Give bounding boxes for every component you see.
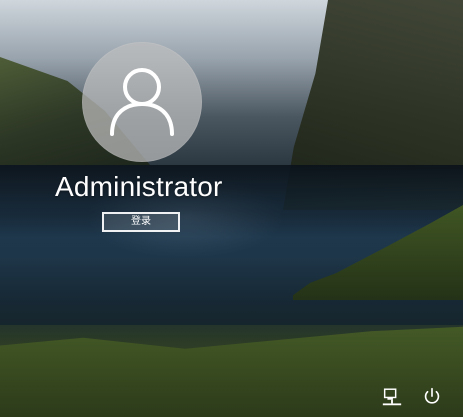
network-icon [382,388,402,406]
signin-button[interactable]: 登录 [102,212,180,232]
network-button[interactable] [381,386,403,408]
power-icon [424,387,440,404]
system-icons [381,386,443,408]
power-button[interactable] [421,386,443,408]
user-avatar [82,42,202,162]
user-avatar-icon [110,68,174,136]
username-label: Administrator [55,171,223,202]
